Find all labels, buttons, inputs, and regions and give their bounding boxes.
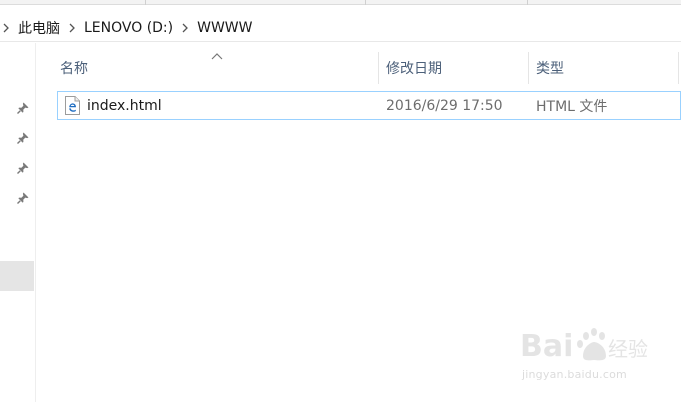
navigation-pane[interactable] <box>0 43 36 402</box>
column-header-date[interactable]: 修改日期 <box>378 50 528 86</box>
chevron-right-icon <box>63 23 81 33</box>
breadcrumb-this-pc[interactable]: 此电脑 <box>12 14 63 41</box>
ribbon-strip <box>0 0 681 5</box>
breadcrumb-drive[interactable]: LENOVO (D:) <box>81 14 176 41</box>
nav-selected-item[interactable] <box>0 261 34 291</box>
address-root-chevron[interactable] <box>0 14 12 41</box>
baidu-jingyan-logo: Bai 经验 <box>520 328 648 364</box>
breadcrumb-folder[interactable]: WWWW <box>194 14 255 41</box>
watermark-url: jingyan.baidu.com <box>522 368 627 381</box>
file-name: index.html <box>87 97 162 114</box>
pin-icon[interactable] <box>16 190 30 204</box>
pin-icon[interactable] <box>16 130 30 144</box>
address-bar[interactable]: 此电脑 LENOVO (D:) WWWW <box>0 14 681 42</box>
pin-icon[interactable] <box>16 160 30 174</box>
column-header-type[interactable]: 类型 <box>528 50 678 86</box>
chevron-right-icon <box>176 23 194 33</box>
breadcrumb-separator[interactable] <box>176 14 194 41</box>
column-header-name[interactable]: 名称 <box>52 50 378 86</box>
svg-text:Bai: Bai <box>520 329 573 364</box>
column-divider[interactable] <box>678 52 679 84</box>
file-type: HTML 文件 <box>536 98 608 115</box>
chevron-right-icon <box>0 23 12 33</box>
pin-icon[interactable] <box>16 100 30 114</box>
breadcrumb-label: LENOVO (D:) <box>84 19 174 36</box>
column-header-label: 类型 <box>536 61 564 77</box>
column-header-label: 名称 <box>60 61 88 77</box>
edge-html-file-icon <box>64 96 80 115</box>
breadcrumb-label: 此电脑 <box>18 20 60 37</box>
file-modified-date: 2016/6/29 17:50 <box>386 97 503 114</box>
column-header-label: 修改日期 <box>386 61 442 77</box>
baidu-watermark: Bai 经验 jingyan.baidu.com <box>520 322 670 386</box>
file-row[interactable]: index.html 2016/6/29 17:50 HTML 文件 <box>57 91 681 120</box>
breadcrumb-label: WWWW <box>197 19 253 36</box>
breadcrumb-separator[interactable] <box>63 14 81 41</box>
column-header-row: 名称 修改日期 类型 <box>36 50 681 86</box>
svg-text:经验: 经验 <box>608 337 648 361</box>
